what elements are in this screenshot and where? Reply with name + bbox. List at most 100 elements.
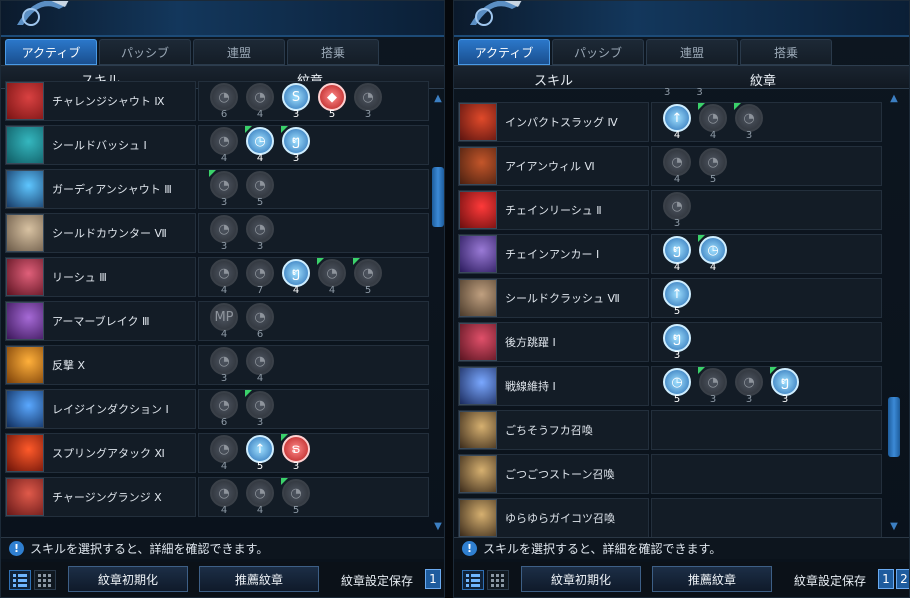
glyph-slot[interactable]: ◔ 7 (245, 258, 275, 296)
skill-name-cell[interactable]: チェインアンカー Ⅰ (458, 234, 649, 274)
glyph-slot[interactable]: ◔ 5 (281, 478, 311, 516)
skill-row[interactable]: リーシュ Ⅲ ◔ 4 ◔ 7 ໆ 4 ◔ 4 ◔ 5 (5, 256, 429, 300)
skill-name-cell[interactable]: チャージングランジ Ⅹ (5, 477, 196, 517)
glyph-slot[interactable]: ◔ 3 (662, 191, 692, 229)
glyph-slot[interactable]: ໆ4 (662, 235, 692, 273)
skill-row[interactable]: シールドクラッシュ Ⅶ ↑ 5 (458, 277, 882, 321)
scroll-up-icon[interactable]: ▲ (432, 93, 444, 105)
glyph-slot[interactable]: ໆ4 (281, 258, 311, 296)
glyph-slot[interactable]: ◔ 5 (245, 170, 275, 208)
scroll-down-icon[interactable]: ▼ (888, 521, 900, 533)
glyph-slot[interactable]: ໆ3 (281, 126, 311, 164)
reset-glyphs-button[interactable]: 紋章初期化 (521, 566, 641, 592)
grid-view-icon[interactable] (487, 570, 509, 590)
glyph-slot[interactable]: ◔ 4 (209, 478, 239, 516)
tab-passive[interactable]: パッシブ (99, 39, 191, 65)
tab-mount[interactable]: 搭乗 (287, 39, 379, 65)
skill-name-cell[interactable]: 戦線維持 Ⅰ (458, 366, 649, 406)
skill-name-cell[interactable]: ごつごつストーン召喚 (458, 454, 649, 494)
skill-row[interactable]: チェインアンカー Ⅰ ໆ 4 ◷ 4 (458, 233, 882, 277)
skill-name-cell[interactable]: アーマーブレイク Ⅲ (5, 301, 196, 341)
glyph-slot[interactable]: ◔ 4 (245, 82, 275, 120)
glyph-slot[interactable]: ◔ 3 (209, 214, 239, 252)
skill-name-cell[interactable]: シールドバッシュ Ⅰ (5, 125, 196, 165)
glyph-slot[interactable]: ◔ 6 (209, 390, 239, 428)
skill-row[interactable]: チャージングランジ Ⅹ ◔ 4 ◔ 4 ◔ 5 (5, 476, 429, 520)
skill-row[interactable]: 戦線維持 Ⅰ ◷ 5 ◔ 3 ◔ 3 ໆ 3 (458, 365, 882, 409)
skill-name-cell[interactable]: ガーディアンシャウト Ⅲ (5, 169, 196, 209)
skill-row[interactable]: チャレンジシャウト Ⅸ ◔ 6 ◔ 4 S 3 ◆ 5 ◔ 3 (5, 80, 429, 124)
list-view-icon[interactable] (9, 570, 31, 590)
skill-name-cell[interactable]: アイアンウィル Ⅵ (458, 146, 649, 186)
recommended-glyphs-button[interactable]: 推薦紋章 (652, 566, 772, 592)
skill-row[interactable]: レイジインダクション Ⅰ ◔ 6 ◔ 3 (5, 388, 429, 432)
scroll-thumb[interactable] (888, 397, 900, 457)
glyph-slot[interactable]: ◔ 3 (245, 214, 275, 252)
skill-row[interactable]: アーマーブレイク Ⅲ MP 4 ◔ 6 (5, 300, 429, 344)
skill-name-cell[interactable]: 反撃 Ⅹ (5, 345, 196, 385)
scroll-down-icon[interactable]: ▼ (432, 521, 444, 533)
glyph-slot[interactable]: ◔ 3 (209, 346, 239, 384)
glyph-slot[interactable]: ◷ 5 (662, 367, 692, 405)
glyph-slot[interactable]: MP 4 (209, 302, 239, 340)
glyph-slot[interactable]: ↑ 4 (662, 103, 692, 141)
skill-name-cell[interactable]: リーシュ Ⅲ (5, 257, 196, 297)
recommended-glyphs-button[interactable]: 推薦紋章 (199, 566, 319, 592)
save-slot-1-button[interactable]: 1 (425, 569, 441, 589)
tab-alliance[interactable]: 連盟 (193, 39, 285, 65)
skill-row[interactable]: ゆらゆらガイコツ召喚 (458, 497, 882, 541)
glyph-slot[interactable]: S3 (281, 82, 311, 120)
save-slot-2-button[interactable]: 2 (896, 569, 909, 589)
glyph-slot[interactable]: ◔ 3 (734, 103, 764, 141)
glyph-slot[interactable]: ◔ 5 (353, 258, 383, 296)
skill-row[interactable]: チェインリーシュ Ⅱ ◔ 3 (458, 189, 882, 233)
glyph-slot[interactable]: ◔ 3 (245, 390, 275, 428)
glyph-slot[interactable]: ໆ3 (770, 367, 800, 405)
list-view-icon[interactable] (462, 570, 484, 590)
skill-name-cell[interactable]: チェインリーシュ Ⅱ (458, 190, 649, 230)
tab-passive[interactable]: パッシブ (552, 39, 644, 65)
glyph-slot[interactable]: ◔ 4 (245, 346, 275, 384)
glyph-slot[interactable]: ◔ 3 (734, 367, 764, 405)
glyph-slot[interactable]: ◔ 3 (209, 170, 239, 208)
glyph-slot[interactable]: ◆ 5 (317, 82, 347, 120)
tab-mount[interactable]: 搭乗 (740, 39, 832, 65)
skill-name-cell[interactable]: シールドクラッシュ Ⅶ (458, 278, 649, 318)
skill-row[interactable]: インパクトスラッグ Ⅳ ↑ 4 ◔ 4 ◔ 3 (458, 101, 882, 145)
skill-row[interactable]: 反撃 Ⅹ ◔ 3 ◔ 4 (5, 344, 429, 388)
skill-row[interactable]: 後方跳躍 Ⅰ ໆ3 (458, 321, 882, 365)
save-slot-1-button[interactable]: 1 (878, 569, 894, 589)
skill-row[interactable]: スプリングアタック Ⅺ ◔ 4 ↑ 5 ຣ 3 (5, 432, 429, 476)
skill-row[interactable]: シールドバッシュ Ⅰ ◔ 4 ◷ 4 ໆ 3 (5, 124, 429, 168)
glyph-slot[interactable]: ◔ 4 (698, 103, 728, 141)
skill-name-cell[interactable]: 後方跳躍 Ⅰ (458, 322, 649, 362)
skill-row[interactable]: ガーディアンシャウト Ⅲ ◔ 3 ◔ 5 (5, 168, 429, 212)
skill-name-cell[interactable]: レイジインダクション Ⅰ (5, 389, 196, 429)
scroll-thumb[interactable] (432, 167, 444, 227)
glyph-slot[interactable]: ໆ3 (662, 323, 692, 361)
glyph-slot[interactable]: ◔ 4 (317, 258, 347, 296)
glyph-slot[interactable]: ◔ 5 (698, 147, 728, 185)
scrollbar[interactable]: ▲ ▼ (888, 93, 900, 533)
skill-name-cell[interactable]: インパクトスラッグ Ⅳ (458, 102, 649, 142)
skill-name-cell[interactable]: ごちそうフカ召喚 (458, 410, 649, 450)
scrollbar[interactable]: ▲ ▼ (432, 93, 444, 533)
skill-name-cell[interactable]: チャレンジシャウト Ⅸ (5, 81, 196, 121)
grid-view-icon[interactable] (34, 570, 56, 590)
skill-name-cell[interactable]: シールドカウンター Ⅶ (5, 213, 196, 253)
skill-row[interactable]: ごちそうフカ召喚 (458, 409, 882, 453)
glyph-slot[interactable]: ◔ 4 (662, 147, 692, 185)
glyph-slot[interactable]: ↑ 5 (245, 434, 275, 472)
glyph-slot[interactable]: ◔ 4 (245, 478, 275, 516)
glyph-slot[interactable]: ◔ 6 (209, 82, 239, 120)
glyph-slot[interactable]: ຣ3 (281, 434, 311, 472)
tab-active[interactable]: アクティブ (458, 39, 550, 65)
tab-alliance[interactable]: 連盟 (646, 39, 738, 65)
glyph-slot[interactable]: ◔ 3 (353, 82, 383, 120)
skill-name-cell[interactable]: スプリングアタック Ⅺ (5, 433, 196, 473)
glyph-slot[interactable]: ◔ 3 (698, 367, 728, 405)
glyph-slot[interactable]: ◔ 4 (209, 258, 239, 296)
glyph-slot[interactable]: ◷ 4 (245, 126, 275, 164)
skill-row[interactable]: アイアンウィル Ⅵ ◔ 4 ◔ 5 (458, 145, 882, 189)
skill-row[interactable]: ごつごつストーン召喚 (458, 453, 882, 497)
